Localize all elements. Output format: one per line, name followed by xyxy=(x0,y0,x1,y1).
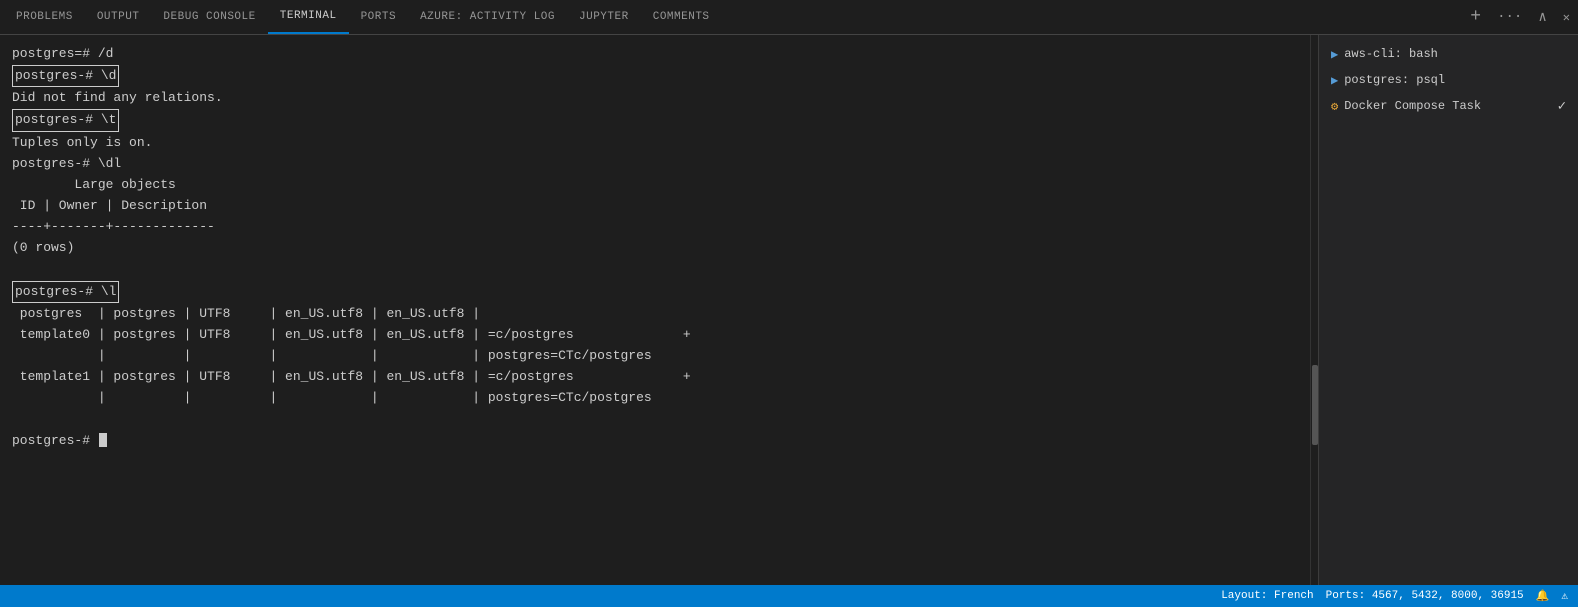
terminal-line-18 xyxy=(12,409,1298,429)
panel-item-docker-label: Docker Compose Task xyxy=(1344,99,1481,113)
terminal-line-14: template0 | postgres | UTF8 | en_US.utf8… xyxy=(12,325,1298,345)
collapse-panel-button[interactable]: ∧ xyxy=(1534,7,1550,28)
tab-terminal[interactable]: TERMINAL xyxy=(268,0,349,34)
tab-bar: PROBLEMS OUTPUT DEBUG CONSOLE TERMINAL P… xyxy=(0,0,1578,35)
terminal-line-5: Tuples only is on. xyxy=(12,133,1298,153)
status-ports[interactable]: Ports: 4567, 5432, 8000, 36915 xyxy=(1326,590,1524,602)
terminal-scrollbar[interactable] xyxy=(1310,35,1318,585)
panel-item-postgres-label: postgres: psql xyxy=(1344,73,1445,87)
terminal-line-17: | | | | | postgres=CTc/postgres xyxy=(12,388,1298,408)
terminal-icon-aws: ▶ xyxy=(1331,47,1338,62)
terminal-line-2: postgres-# \d xyxy=(12,65,1298,87)
terminal-line-3: Did not find any relations. xyxy=(12,88,1298,108)
tab-bar-actions: + ··· ∧ ✕ xyxy=(1466,5,1574,29)
panel-item-docker-compose[interactable]: ⚙ Docker Compose Task ✓ xyxy=(1319,93,1578,119)
terminal-line-16: template1 | postgres | UTF8 | en_US.utf8… xyxy=(12,367,1298,387)
add-terminal-button[interactable]: + xyxy=(1466,5,1485,29)
close-panel-button[interactable]: ✕ xyxy=(1559,8,1574,27)
terminal-line-10: (0 rows) xyxy=(12,238,1298,258)
panel-item-postgres-psql[interactable]: ▶ postgres: psql xyxy=(1319,67,1578,93)
terminal-prompt: postgres-# xyxy=(12,431,1298,451)
status-layout[interactable]: Layout: French xyxy=(1221,590,1313,602)
terminal-icon-postgres: ▶ xyxy=(1331,73,1338,88)
tab-problems[interactable]: PROBLEMS xyxy=(4,0,85,34)
terminal-line-8: ID | Owner | Description xyxy=(12,196,1298,216)
more-actions-button[interactable]: ··· xyxy=(1493,7,1526,27)
status-icon-2: ⚠ xyxy=(1561,589,1568,603)
terminal-line-11 xyxy=(12,259,1298,279)
tab-ports[interactable]: PORTS xyxy=(349,0,409,34)
right-panel: ▶ aws-cli: bash ▶ postgres: psql ⚙ Docke… xyxy=(1318,35,1578,585)
cursor xyxy=(99,433,107,447)
terminal-line-15: | | | | | postgres=CTc/postgres xyxy=(12,346,1298,366)
status-bar: Layout: French Ports: 4567, 5432, 8000, … xyxy=(0,585,1578,607)
task-icon-docker: ⚙ xyxy=(1331,99,1338,114)
tab-azure-activity-log[interactable]: AZURE: ACTIVITY LOG xyxy=(408,0,567,34)
terminal-line-13: postgres | postgres | UTF8 | en_US.utf8 … xyxy=(12,304,1298,324)
terminal-line-1: postgres=# /d xyxy=(12,44,1298,64)
tab-comments[interactable]: COMMENTS xyxy=(641,0,722,34)
tab-output[interactable]: OUTPUT xyxy=(85,0,152,34)
terminal-line-4: postgres-# \t xyxy=(12,109,1298,131)
scrollbar-thumb[interactable] xyxy=(1312,365,1318,445)
terminal-line-9: ----+-------+------------- xyxy=(12,217,1298,237)
terminal-area[interactable]: postgres=# /d postgres-# \d Did not find… xyxy=(0,35,1310,585)
terminal-line-7: Large objects xyxy=(12,175,1298,195)
tab-jupyter[interactable]: JUPYTER xyxy=(567,0,641,34)
status-icon-1: 🔔 xyxy=(1536,589,1550,603)
main-content: postgres=# /d postgres-# \d Did not find… xyxy=(0,35,1578,585)
active-checkmark: ✓ xyxy=(1558,98,1566,115)
terminal-line-6: postgres-# \dl xyxy=(12,154,1298,174)
panel-item-aws-cli-bash[interactable]: ▶ aws-cli: bash xyxy=(1319,41,1578,67)
panel-item-aws-label: aws-cli: bash xyxy=(1344,47,1438,61)
tab-debug-console[interactable]: DEBUG CONSOLE xyxy=(151,0,267,34)
terminal-line-12: postgres-# \l xyxy=(12,281,1298,303)
